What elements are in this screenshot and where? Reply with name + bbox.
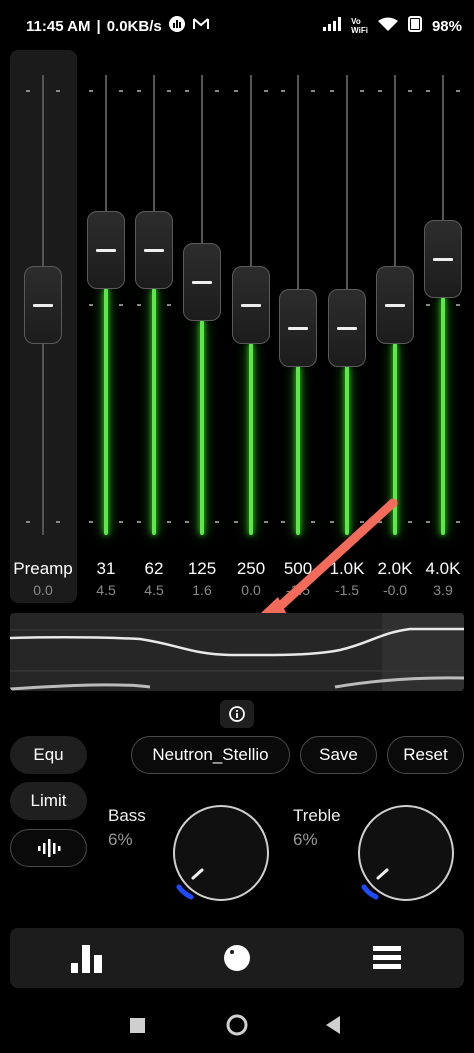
reset-button[interactable]: Reset xyxy=(387,736,464,774)
dial-icon xyxy=(224,945,250,971)
treble-percent: 6% xyxy=(293,830,318,849)
system-navigation xyxy=(0,1000,474,1053)
home-icon[interactable] xyxy=(226,1014,248,1036)
treble-label: Treble xyxy=(293,806,341,825)
bottom-navigation xyxy=(10,928,464,988)
tab-menu[interactable] xyxy=(360,936,414,980)
info-icon xyxy=(229,706,245,722)
preset-button[interactable]: Neutron_Stellio xyxy=(131,736,290,774)
limit-button[interactable]: Limit xyxy=(10,782,87,820)
recents-icon[interactable] xyxy=(130,1018,145,1033)
save-button[interactable]: Save xyxy=(300,736,377,774)
bass-knob[interactable] xyxy=(173,805,269,901)
info-button[interactable] xyxy=(220,700,254,728)
bass-percent: 6% xyxy=(108,830,133,849)
equ-button[interactable]: Equ xyxy=(10,736,87,774)
eq-curve-display xyxy=(10,613,464,691)
tab-dial[interactable] xyxy=(210,936,264,980)
menu-icon xyxy=(373,946,401,969)
back-icon[interactable] xyxy=(326,1016,340,1034)
equalizer-bars-icon xyxy=(71,945,102,973)
eq-curve-graph xyxy=(10,613,464,691)
waveform-icon xyxy=(37,839,60,857)
treble-knob[interactable] xyxy=(358,805,454,901)
bass-label: Bass xyxy=(108,806,146,825)
tab-equalizer[interactable] xyxy=(60,936,114,980)
spectrum-button[interactable] xyxy=(10,829,87,867)
